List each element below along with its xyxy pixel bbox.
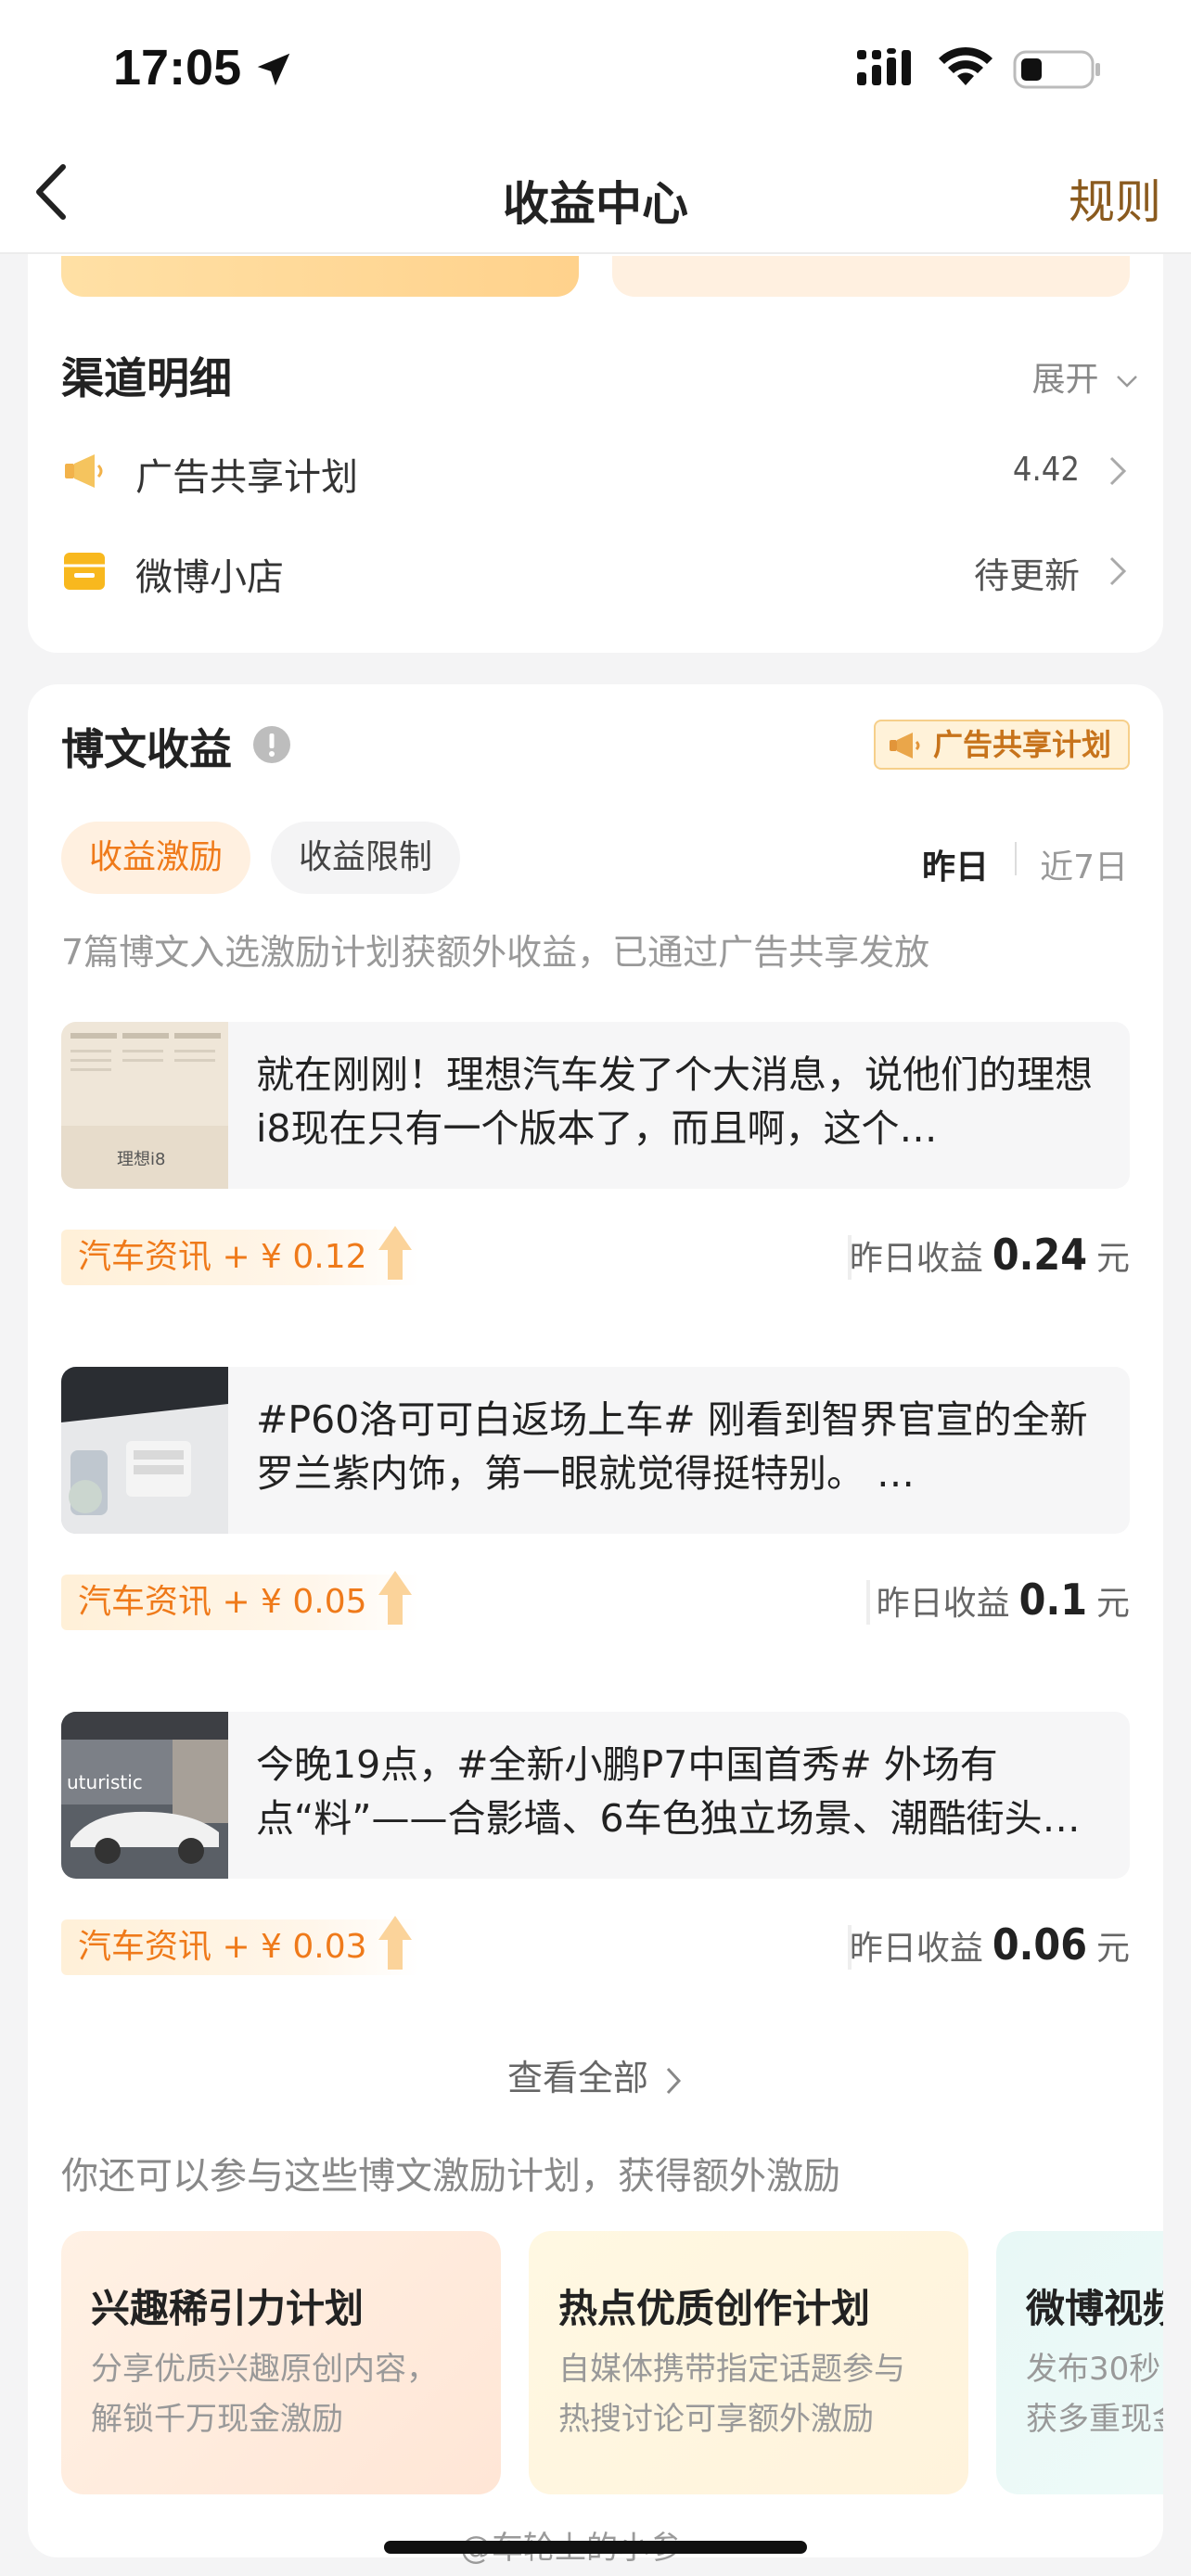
page-title: 收益中心 (503, 177, 688, 231)
shop-icon (64, 553, 105, 590)
plan-title: 热点优质创作计划 (558, 2286, 871, 2331)
plan-card-interest[interactable]: 兴趣稀引力计划 分享优质兴趣原创内容， 解锁千万现金激励 (61, 2231, 501, 2494)
expand-label: 展开 (1031, 361, 1099, 399)
chevron-right-icon (1109, 556, 1127, 586)
channel-row-ad-share[interactable]: 广告共享计划 4.42 (61, 434, 1130, 508)
earning-divider (866, 1580, 870, 1625)
chevron-right-icon (1109, 456, 1127, 486)
plan-description: 自媒体携带指定话题参与 热搜讨论可享额外激励 (558, 2344, 948, 2444)
earnings-summary-card-right[interactable] (612, 256, 1130, 297)
tab-earning-incentive[interactable]: 收益激励 (61, 822, 251, 894)
home-indicator[interactable] (384, 2541, 807, 2554)
post-item[interactable]: 理想i8 就在刚刚！理想汽车发了个大消息，说他们的理想i8现在只有一个版本了，而… (61, 1022, 1130, 1189)
arrow-up-icon (378, 1571, 412, 1625)
post-text: 就在刚刚！理想汽车发了个大消息，说他们的理想i8现在只有一个版本了，而且啊，这个… (256, 1052, 1093, 1151)
post-tag-label: 汽车资讯 + ¥ 0.05 (78, 1583, 367, 1621)
tab-earning-limit[interactable]: 收益限制 (271, 822, 461, 894)
plan-description-line: 获多重现金 (1026, 2401, 1163, 2438)
channel-section-title: 渠道明细 (61, 353, 232, 403)
plan-description-line: 解锁千万现金激励 (91, 2401, 343, 2438)
plan-description-line: 热搜讨论可享额外激励 (558, 2401, 874, 2438)
plan-description-line: 分享优质兴趣原创内容， (91, 2351, 438, 2388)
post-tag: 汽车资讯 + ¥ 0.12 (61, 1226, 419, 1285)
battery-icon (1013, 50, 1100, 89)
location-arrow-icon (257, 53, 290, 86)
post-item[interactable]: uturistic 今晚19点，#全新小鹏P7中国首秀# 外场有点“料”——合影… (61, 1712, 1130, 1879)
view-all-label: 查看全部 (506, 2058, 648, 2098)
plan-card-hot-topic[interactable]: 热点优质创作计划 自媒体携带指定话题参与 热搜讨论可享额外激励 (529, 2231, 968, 2494)
post-tag: 汽车资讯 + ¥ 0.03 (61, 1916, 419, 1975)
post-tag: 汽车资讯 + ¥ 0.05 (61, 1571, 419, 1630)
nav-bar: 收益中心 规则 (0, 139, 1191, 254)
plan-description-line: 自媒体携带指定话题参与 (558, 2351, 905, 2388)
megaphone-icon (889, 733, 920, 759)
earnings-summary-card-left[interactable] (61, 256, 579, 297)
plan-title: 兴趣稀引力计划 (91, 2286, 365, 2331)
post-earning: 昨日收益 0.24 元 (850, 1230, 1130, 1280)
earning-unit: 元 (1095, 1585, 1130, 1623)
plan-title: 微博视频 (1026, 2286, 1163, 2331)
channel-value: 4.42 (1012, 451, 1080, 489)
thumbnail-caption: uturistic (67, 1771, 143, 1793)
status-bar: 17:05 (0, 0, 1191, 139)
plan-description-line: 发布30秒 (1026, 2351, 1161, 2388)
period-7-days[interactable]: 近7日 (1040, 840, 1128, 888)
post-text: #P60洛可可白返场上车# 刚看到智界官宣的全新罗兰紫内饰，第一眼就觉得挺特别。… (256, 1397, 1088, 1496)
view-all-link[interactable]: 查看全部 (0, 2049, 1191, 2100)
cellular-signal-icon (857, 48, 911, 85)
expand-toggle[interactable]: 展开 (1032, 352, 1139, 401)
plan-description: 发布30秒 获多重现金 (1026, 2344, 1163, 2444)
arrow-up-icon (378, 1916, 412, 1970)
post-item[interactable]: #P60洛可可白返场上车# 刚看到智界官宣的全新罗兰紫内饰，第一眼就觉得挺特别。… (61, 1367, 1130, 1534)
post-earnings-title: 博文收益 (61, 724, 232, 774)
channel-label: 微博小店 (135, 556, 284, 599)
arrow-up-icon (378, 1226, 412, 1280)
plan-description: 分享优质兴趣原创内容， 解锁千万现金激励 (91, 2344, 480, 2444)
status-time: 17:05 (113, 40, 242, 96)
ad-share-badge-label: 广告共享计划 (932, 727, 1111, 762)
post-tag-label: 汽车资讯 + ¥ 0.12 (78, 1238, 367, 1276)
wifi-icon (939, 46, 992, 85)
chevron-down-icon (1117, 376, 1137, 388)
period-yesterday[interactable]: 昨日 (922, 840, 989, 888)
channel-row-weibo-shop[interactable]: 微博小店 待更新 (61, 534, 1130, 608)
megaphone-icon (65, 454, 103, 488)
post-earning: 昨日收益 0.06 元 (850, 1919, 1130, 1970)
ad-share-badge[interactable]: 广告共享计划 (873, 720, 1130, 770)
earning-amount: 0.1 (1018, 1575, 1087, 1625)
post-earning: 昨日收益 0.1 元 (877, 1575, 1130, 1625)
earning-amount: 0.06 (992, 1919, 1087, 1970)
earning-label: 昨日收益 (849, 1240, 983, 1278)
chevron-right-icon (666, 2067, 682, 2094)
more-plans-tip: 你还可以参与这些博文激励计划，获得额外激励 (61, 2155, 840, 2198)
period-divider (1015, 842, 1017, 875)
post-thumbnail (61, 1367, 228, 1534)
post-text: 今晚19点，#全新小鹏P7中国首秀# 外场有点“料”——合影墙、6车色独立场景、… (256, 1742, 1081, 1841)
thumbnail-caption: 理想i8 (117, 1150, 166, 1169)
channel-label: 广告共享计划 (135, 456, 358, 499)
channel-value: 待更新 (973, 555, 1080, 596)
plan-card-video[interactable]: 微博视频 发布30秒 获多重现金 (996, 2231, 1163, 2494)
rules-link[interactable]: 规则 (1069, 165, 1161, 232)
earning-label: 昨日收益 (849, 1930, 983, 1968)
post-tag-label: 汽车资讯 + ¥ 0.03 (78, 1928, 367, 1966)
earning-amount: 0.24 (992, 1230, 1087, 1280)
post-thumbnail (61, 1712, 228, 1879)
earning-label: 昨日收益 (876, 1585, 1010, 1623)
info-icon[interactable] (252, 725, 291, 764)
earning-unit: 元 (1095, 1240, 1130, 1278)
earning-unit: 元 (1095, 1930, 1130, 1968)
incentive-description: 7篇博文入选激励计划获额外收益，已通过广告共享发放 (61, 932, 930, 973)
